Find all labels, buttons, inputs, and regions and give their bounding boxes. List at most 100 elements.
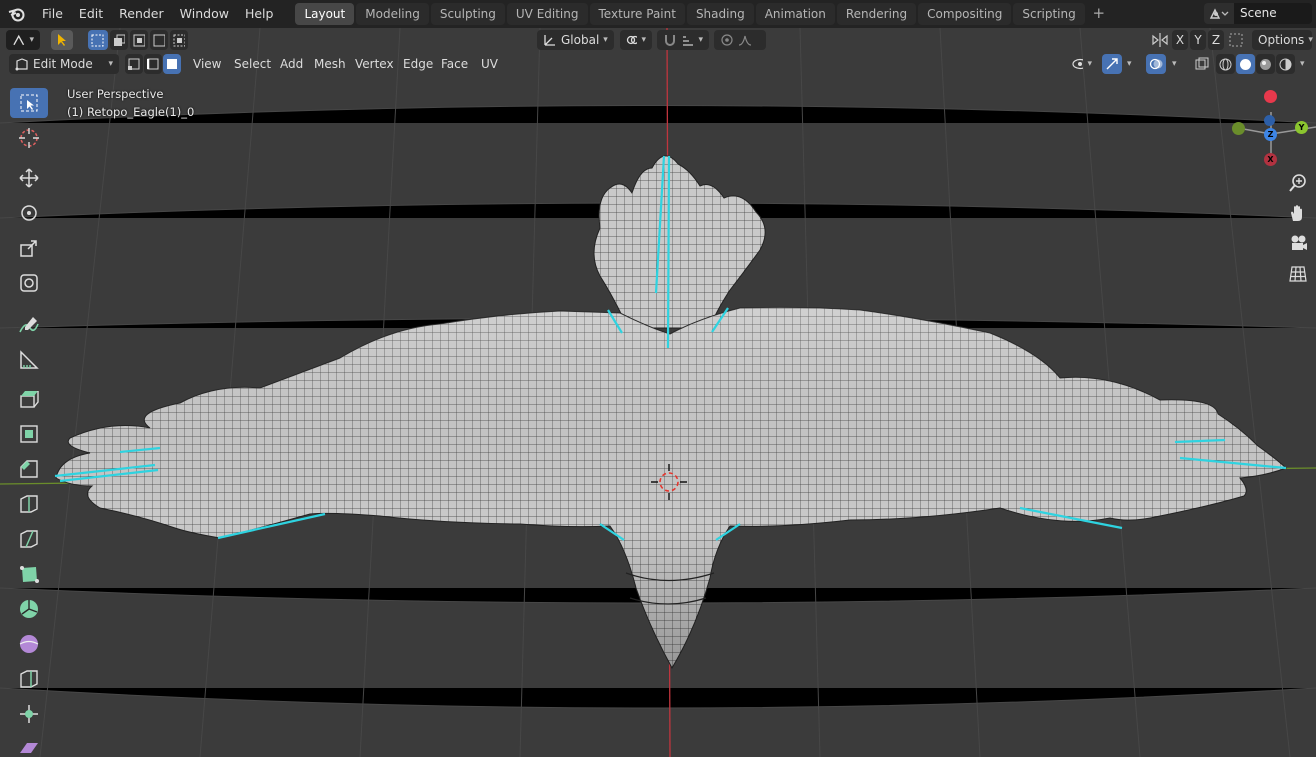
tab-layout[interactable]: Layout [295, 3, 355, 25]
viewport-menu-vertex[interactable]: Vertex [348, 53, 401, 75]
mirror-x-toggle[interactable]: X [1172, 30, 1188, 50]
extrude-tool[interactable] [10, 384, 48, 414]
move-tool[interactable] [10, 163, 48, 193]
tab-sculpting[interactable]: Sculpting [430, 3, 505, 25]
visibility-dropdown[interactable]: ▾ [1066, 54, 1098, 74]
material-sphere-icon [1260, 58, 1271, 70]
gizmo-neg-y-ball[interactable] [1232, 122, 1245, 135]
material-preview-button[interactable] [1256, 54, 1275, 74]
menu-render[interactable]: Render [111, 0, 172, 28]
poly-build-icon [20, 566, 39, 583]
3d-viewport[interactable]: ▾ Global ▾ ▾ ▾ X Y Z Options ▾ Edit Mode… [0, 28, 1316, 757]
spin-tool[interactable] [10, 594, 48, 624]
viewport-scene[interactable] [0, 28, 1316, 757]
gizmo-toggle-button[interactable] [1102, 54, 1122, 74]
zoom-button[interactable] [1284, 169, 1312, 197]
loop-cut-tool[interactable] [10, 489, 48, 519]
pivot-icon [13, 34, 25, 46]
solid-shading-button[interactable] [1236, 54, 1255, 74]
transform-tool[interactable] [10, 268, 48, 298]
gizmo-y-ball[interactable]: Y [1295, 121, 1308, 134]
scene-selector[interactable]: Scene [1204, 3, 1312, 24]
viewport-menu-add[interactable]: Add [273, 53, 310, 75]
scene-name-field[interactable]: Scene [1234, 3, 1312, 24]
menu-window[interactable]: Window [172, 0, 237, 28]
measure-tool[interactable] [10, 345, 48, 375]
proportional-editing-controls[interactable] [714, 30, 766, 50]
select-extend-button[interactable] [110, 30, 128, 50]
scale-tool[interactable] [10, 233, 48, 263]
overlays-toggle-button[interactable] [1146, 54, 1166, 74]
rotate-tool[interactable] [10, 198, 48, 228]
viewport-menu-uv[interactable]: UV [474, 53, 505, 75]
transform-orientation-dropdown[interactable]: Global ▾ [537, 30, 614, 50]
gizmo-dropdown-chevron-icon[interactable]: ▾ [1127, 59, 1132, 69]
cursor-tool[interactable] [10, 123, 48, 153]
xray-toggle-button[interactable] [1192, 54, 1212, 74]
edit-mode-icon [15, 58, 28, 71]
options-dropdown[interactable]: Options ▾ [1252, 30, 1313, 50]
gizmo-z-ball[interactable]: Z [1264, 128, 1277, 141]
toggle-projection-button[interactable] [1284, 260, 1312, 288]
overlays-dropdown-chevron-icon[interactable]: ▾ [1172, 59, 1177, 69]
topology-mirror-icon [1229, 33, 1243, 47]
add-workspace-button[interactable]: + [1089, 4, 1109, 24]
transform-pivot-button[interactable]: ▾ [6, 30, 40, 50]
tab-scripting[interactable]: Scripting [1013, 3, 1085, 25]
tab-uv-editing[interactable]: UV Editing [506, 3, 588, 25]
inset-tool[interactable] [10, 419, 48, 449]
viewport-menu-select[interactable]: Select [227, 53, 278, 75]
tab-shading[interactable]: Shading [686, 3, 754, 25]
select-difference-button[interactable] [150, 30, 168, 50]
pivot-point-dropdown[interactable]: ▾ [620, 30, 652, 50]
tab-compositing[interactable]: Compositing [918, 3, 1012, 25]
tab-modeling[interactable]: Modeling [356, 3, 429, 25]
select-new-button[interactable] [88, 30, 108, 50]
transform-orientation-value: Global [561, 33, 600, 47]
mirror-y-toggle[interactable]: Y [1190, 30, 1206, 50]
select-element-mode [125, 54, 181, 74]
viewport-menu-view[interactable]: View [186, 53, 228, 75]
rendered-sphere-icon [1279, 58, 1292, 70]
knife-tool[interactable] [10, 524, 48, 554]
wireframe-shading-button[interactable] [1216, 54, 1235, 74]
scene-icon[interactable] [1204, 3, 1234, 24]
menu-file[interactable]: File [34, 0, 71, 28]
vertex-select-mode-button[interactable] [125, 54, 143, 74]
viewport-menu-face[interactable]: Face [434, 53, 475, 75]
blender-logo-icon[interactable] [0, 0, 34, 28]
camera-view-button[interactable] [1284, 229, 1312, 257]
bevel-tool[interactable] [10, 454, 48, 484]
gizmo-neg-z-ball[interactable] [1264, 115, 1275, 126]
select-mode-tool-button[interactable] [51, 30, 73, 50]
menu-edit[interactable]: Edit [71, 0, 111, 28]
menu-help[interactable]: Help [237, 0, 282, 28]
mirror-z-toggle[interactable]: Z [1208, 30, 1224, 50]
edge-slide-tool[interactable] [10, 664, 48, 694]
annotate-tool[interactable] [10, 310, 48, 340]
gizmo-x-ball[interactable]: X [1264, 153, 1277, 166]
poly-build-tool[interactable] [10, 559, 48, 589]
pan-button[interactable] [1284, 199, 1312, 227]
tab-rendering[interactable]: Rendering [836, 3, 917, 25]
smooth-tool[interactable] [10, 629, 48, 659]
rotate-icon [21, 205, 37, 221]
viewport-menu-mesh[interactable]: Mesh [307, 53, 353, 75]
interaction-mode-dropdown[interactable]: Edit Mode ▾ [9, 54, 119, 74]
shrink-fatten-tool[interactable] [10, 699, 48, 729]
select-subtract-button[interactable] [130, 30, 148, 50]
edge-select-mode-button[interactable] [144, 54, 162, 74]
tab-animation[interactable]: Animation [755, 3, 835, 25]
shrink-fatten-icon [20, 705, 38, 723]
snap-controls[interactable]: ▾ [657, 30, 709, 50]
shading-dropdown-chevron-icon[interactable]: ▾ [1300, 59, 1305, 69]
transform-icon [20, 274, 38, 292]
tab-texture-paint[interactable]: Texture Paint [589, 3, 685, 25]
shear-tool[interactable] [10, 731, 48, 757]
cursor-arrow-icon [58, 34, 66, 46]
gizmo-neg-x-ball[interactable] [1264, 90, 1277, 103]
rendered-shading-button[interactable] [1276, 54, 1295, 74]
select-box-tool[interactable] [10, 88, 48, 118]
face-select-mode-button[interactable] [163, 54, 181, 74]
select-intersect-button[interactable] [170, 30, 188, 50]
